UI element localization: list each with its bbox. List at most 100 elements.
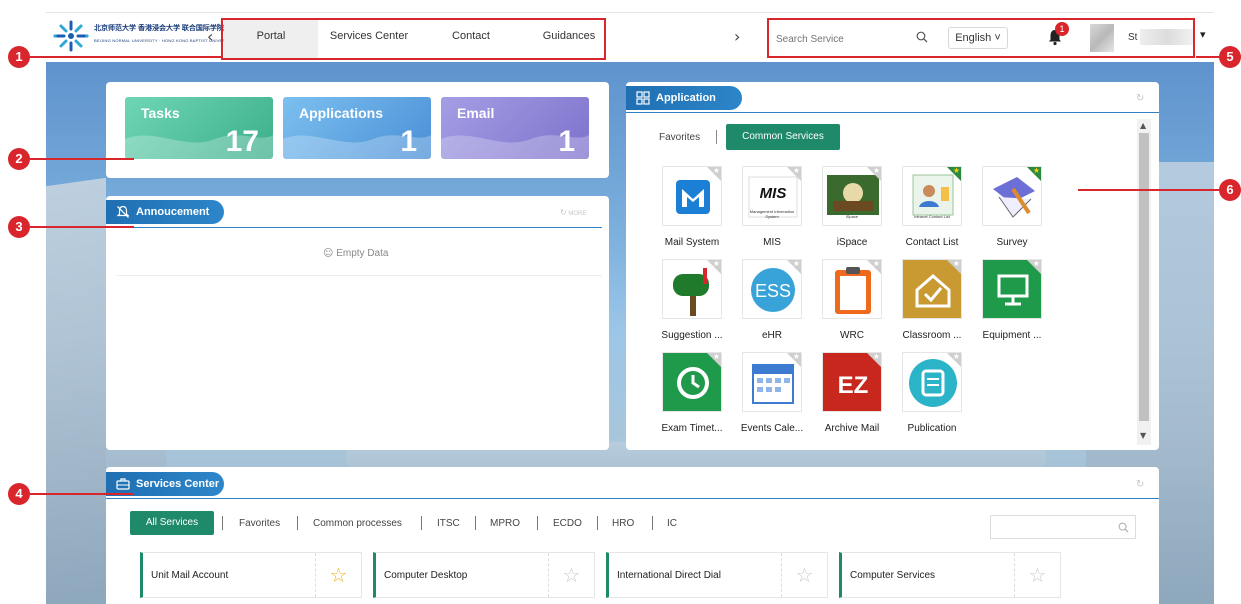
- app-icon-caption: Intranet Contact List: [914, 214, 950, 219]
- favorite-star-icon[interactable]: ★: [793, 260, 800, 268]
- scroll-up-icon[interactable]: ▲: [1140, 121, 1146, 130]
- app-scrollbar[interactable]: ▲ ▼: [1137, 119, 1151, 445]
- app-item[interactable]: ★ Mail System: [657, 166, 727, 248]
- app-item[interactable]: iSpace ★ iSpace: [817, 166, 887, 248]
- favorite-star-icon[interactable]: ☆: [1014, 553, 1060, 597]
- suggestion-icon[interactable]: ★: [662, 259, 722, 319]
- app-name: Suggestion ...: [661, 330, 723, 341]
- exam-timetable-icon[interactable]: ★: [662, 352, 722, 412]
- app-item[interactable]: ★ WRC: [817, 259, 887, 341]
- favorite-star-icon[interactable]: ★: [793, 167, 800, 175]
- classroom-icon[interactable]: ★: [902, 259, 962, 319]
- favorite-star-icon[interactable]: ★: [873, 260, 880, 268]
- app-item[interactable]: Intranet Contact List ★ Contact List: [897, 166, 967, 248]
- wave-decoration-icon: [441, 135, 589, 159]
- app-item[interactable]: ★ Events Cale...: [737, 352, 807, 434]
- tab-separator: [297, 516, 298, 530]
- portal-page: 北京师范大学 香港浸会大学 联合国际学院 BEIJING NORMAL UNIV…: [0, 0, 1241, 604]
- favorite-star-active-icon[interactable]: ☆: [315, 553, 361, 597]
- app-name: WRC: [840, 330, 864, 341]
- favorite-star-icon[interactable]: ★: [873, 353, 880, 361]
- services-divider: [106, 498, 1159, 499]
- app-tab-favorites[interactable]: Favorites: [659, 132, 700, 143]
- user-menu-chevron-icon[interactable]: ▾: [1200, 28, 1206, 41]
- empty-divider: [116, 275, 602, 276]
- favorite-star-icon[interactable]: ★: [953, 167, 960, 175]
- nav-prev-arrow[interactable]: ‹: [207, 27, 213, 46]
- favorite-star-icon[interactable]: ☆: [548, 553, 594, 597]
- service-card[interactable]: Computer Desktop ☆: [373, 552, 595, 598]
- email-tile[interactable]: Email 1: [441, 97, 589, 159]
- college-emblem-icon: [53, 20, 89, 52]
- services-tab-mpro[interactable]: MPRO: [490, 518, 520, 529]
- app-name: Contact List: [905, 237, 959, 248]
- services-tab-all-services[interactable]: All Services: [130, 511, 214, 535]
- app-item[interactable]: EZ ★ Archive Mail: [817, 352, 887, 434]
- publication-icon[interactable]: ★: [902, 352, 962, 412]
- contact-list-icon[interactable]: Intranet Contact List ★: [902, 166, 962, 226]
- app-tab-common-services[interactable]: Common Services: [726, 124, 840, 150]
- favorite-star-icon[interactable]: ☆: [781, 553, 827, 597]
- services-refresh-icon[interactable]: ↻: [1136, 479, 1144, 490]
- services-tab-ecdo[interactable]: ECDO: [553, 518, 582, 529]
- service-name: International Direct Dial: [617, 570, 721, 581]
- services-tab-favorites[interactable]: Favorites: [239, 518, 280, 529]
- app-item[interactable]: ★ Classroom ...: [897, 259, 967, 341]
- briefcase-icon: [116, 478, 130, 490]
- app-item[interactable]: MIS Management Information System ★ MIS: [737, 166, 807, 248]
- ispace-icon[interactable]: iSpace ★: [822, 166, 882, 226]
- favorite-star-icon[interactable]: ★: [873, 167, 880, 175]
- tasks-tile[interactable]: Tasks 17: [125, 97, 273, 159]
- favorite-star-icon[interactable]: ★: [793, 353, 800, 361]
- equipment-icon[interactable]: ★: [982, 259, 1042, 319]
- survey-icon[interactable]: ★: [982, 166, 1042, 226]
- ehr-icon[interactable]: ESS ★: [742, 259, 802, 319]
- services-tab-common-processes[interactable]: Common processes: [313, 518, 402, 529]
- application-divider: [626, 112, 1159, 113]
- app-item[interactable]: ★ Publication: [897, 352, 967, 434]
- wrc-icon[interactable]: ★: [822, 259, 882, 319]
- app-item[interactable]: ESS ★ eHR: [737, 259, 807, 341]
- service-card[interactable]: Computer Services ☆: [839, 552, 1061, 598]
- services-tab-ic[interactable]: IC: [667, 518, 677, 529]
- applications-tile[interactable]: Applications 1: [283, 97, 431, 159]
- refresh-icon: ↻: [560, 208, 567, 217]
- app-item[interactable]: ★ Equipment ...: [977, 259, 1047, 341]
- favorite-star-icon[interactable]: ★: [713, 260, 720, 268]
- scroll-down-icon[interactable]: ▼: [1140, 431, 1146, 440]
- app-name: Equipment ...: [982, 330, 1042, 341]
- app-item[interactable]: ★ Suggestion ...: [657, 259, 727, 341]
- service-card[interactable]: Unit Mail Account ☆: [140, 552, 362, 598]
- favorite-star-icon[interactable]: ★: [1033, 167, 1040, 175]
- favorite-star-icon[interactable]: ★: [1033, 260, 1040, 268]
- app-item[interactable]: ★ Survey: [977, 166, 1047, 248]
- college-logo[interactable]: 北京师范大学 香港浸会大学 联合国际学院 BEIJING NORMAL UNIV…: [52, 18, 312, 52]
- announcement-more-link[interactable]: ↻ MORE: [560, 208, 586, 217]
- app-name: Publication: [907, 423, 957, 434]
- mis-icon[interactable]: MIS Management Information System ★: [742, 166, 802, 226]
- announcement-divider: [114, 227, 602, 228]
- service-card[interactable]: International Direct Dial ☆: [606, 552, 828, 598]
- empty-face-icon: ☺: [323, 248, 334, 259]
- services-tab-itsc[interactable]: ITSC: [437, 518, 460, 529]
- archive-mail-icon[interactable]: EZ ★: [822, 352, 882, 412]
- nav-next-arrow[interactable]: ›: [734, 27, 740, 46]
- favorite-star-icon[interactable]: ★: [713, 353, 720, 361]
- more-label: MORE: [568, 211, 587, 217]
- application-refresh-icon[interactable]: ↻: [1136, 93, 1144, 104]
- callout-badge-5: 5: [1219, 46, 1241, 68]
- app-item[interactable]: ★ Exam Timet...: [657, 352, 727, 434]
- events-calendar-icon[interactable]: ★: [742, 352, 802, 412]
- app-name: iSpace: [836, 237, 868, 248]
- svg-text:MIS: MIS: [760, 185, 787, 202]
- favorite-star-icon[interactable]: ★: [713, 167, 720, 175]
- services-tab-hro[interactable]: HRO: [612, 518, 634, 529]
- email-label: Email: [457, 105, 495, 121]
- scrollbar-thumb[interactable]: [1139, 133, 1149, 421]
- services-search-input[interactable]: [990, 515, 1136, 539]
- favorite-star-icon[interactable]: ★: [953, 260, 960, 268]
- app-icon-caption: Management Information System: [749, 209, 795, 219]
- favorite-star-icon[interactable]: ★: [953, 353, 960, 361]
- mail-system-icon[interactable]: ★: [662, 166, 722, 226]
- announcement-header: Annoucement: [106, 200, 224, 224]
